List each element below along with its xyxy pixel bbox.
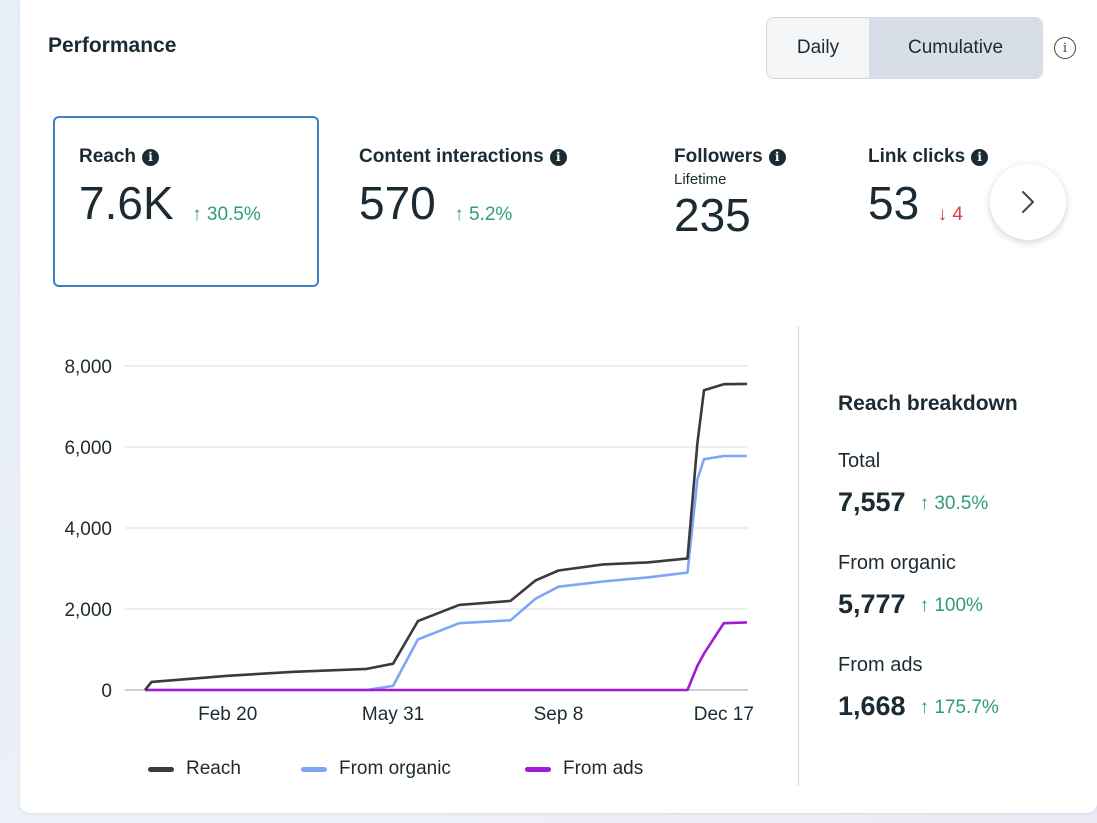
y-tick-label: 2,000 [64,600,112,621]
series-line-from-organic [145,454,747,692]
metric-link-clicks[interactable]: Link clicks i 53 ↓ 4 [868,146,998,226]
legend-swatch [148,766,174,772]
x-tick-label: Sep 8 [534,704,584,725]
cumulative-toggle-button[interactable]: Cumulative [869,18,1042,78]
metric-sublabel: Lifetime [674,171,727,188]
breakdown-label-ads: From ads [838,654,923,676]
metric-value: 235 [674,189,751,241]
metric-delta: ↑ 5.2% [454,203,513,225]
metric-label: Link clicks [868,146,966,167]
info-icon[interactable]: i [971,148,989,166]
metric-value: 53 [868,177,920,226]
daily-toggle-button[interactable]: Daily [767,18,869,78]
performance-card: Performance Daily Cumulative i Reach i 7… [20,0,1097,813]
legend-label: From ads [563,758,644,779]
breakdown-title: Reach breakdown [838,392,1018,415]
breakdown-value-organic: 5,777 ↑ 100% [838,589,983,619]
legend-label: From organic [339,758,451,779]
series-line-from-ads [145,621,748,692]
metric-label: Reach [79,146,137,167]
info-icon[interactable]: i [142,148,160,166]
breakdown-label-organic: From organic [838,552,956,574]
y-tick-label: 6,000 [64,438,112,459]
legend-swatch [301,766,327,772]
metric-followers[interactable]: Followers i Lifetime 235 [674,146,786,238]
metric-label: Followers [674,146,763,167]
breakdown-value-ads: 1,668 ↑ 175.7% [838,691,999,721]
metric-delta: ↓ 4 [937,203,963,225]
legend-item-organic[interactable]: From organic [301,758,451,780]
y-tick-label: 4,000 [64,519,112,540]
series-line-reach [143,382,748,691]
metric-value: 570 [359,177,436,229]
x-tick-label: May 31 [362,704,424,725]
divider [798,326,799,786]
legend-label: Reach [186,758,241,779]
breakdown-value-total: 7,557 ↑ 30.5% [838,487,989,517]
metric-label: Content interactions [359,146,544,167]
metric-value: 7.6K [79,177,174,229]
x-tick-label: Feb 20 [198,704,257,725]
chevron-right-icon [1022,191,1034,213]
metric-content-interactions[interactable]: Content interactions i 570 ↑ 5.2% [359,146,567,226]
next-metrics-button[interactable] [990,164,1066,240]
info-icon[interactable]: i [549,148,567,166]
x-tick-label: Dec 17 [694,704,754,725]
info-icon[interactable]: i [768,148,786,166]
view-toggle: Daily Cumulative [766,17,1043,79]
y-tick-label: 8,000 [64,357,112,378]
legend-item-reach[interactable]: Reach [148,758,241,780]
metric-reach: Reach i 7.6K ↑ 30.5% [79,146,261,226]
info-circle-icon[interactable]: i [1054,37,1076,59]
reach-line-chart: 0 2,000 4,000 6,000 8,000 Feb 20 May 31 Sep 8 De… [64,357,754,725]
page-title: Performance [48,34,177,57]
breakdown-label-total: Total [838,450,881,472]
y-tick-label: 0 [101,681,112,702]
legend-swatch [525,766,551,772]
legend-item-ads[interactable]: From ads [525,758,643,780]
metric-delta: ↑ 30.5% [192,203,261,225]
